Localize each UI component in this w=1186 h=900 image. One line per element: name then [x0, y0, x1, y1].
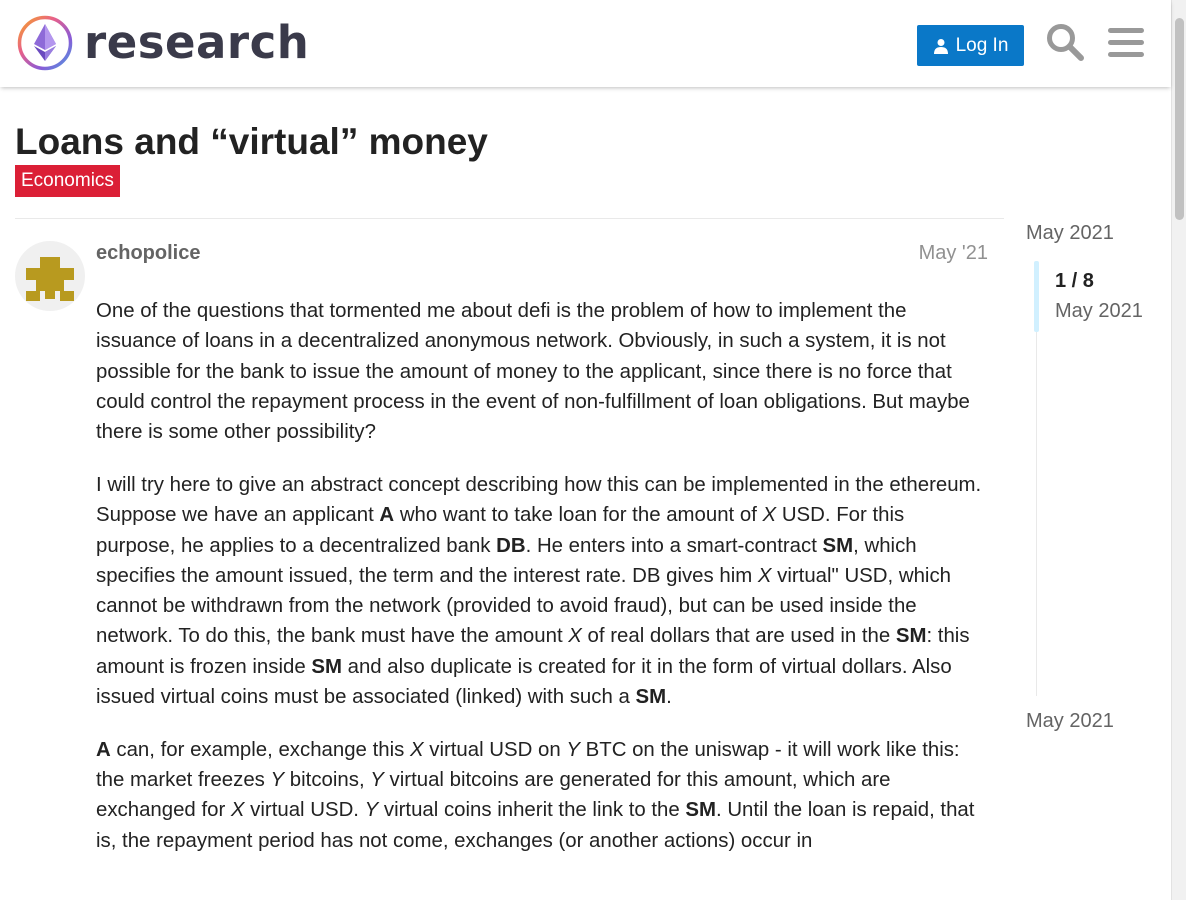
italic-variable: X [762, 504, 777, 527]
timeline-start-date[interactable]: May 2021 [1026, 220, 1114, 246]
login-button[interactable]: Log In [917, 25, 1024, 66]
timeline-current-date: May 2021 [1055, 300, 1143, 322]
title-divider [15, 218, 1004, 219]
timeline-end-date[interactable]: May 2021 [1026, 708, 1114, 734]
user-icon [933, 38, 948, 54]
bold-term: DB [496, 534, 526, 557]
hamburger-menu-icon[interactable] [1106, 22, 1146, 62]
bold-term: SM [895, 625, 927, 648]
user-avatar[interactable] [15, 241, 85, 311]
login-button-label: Log In [955, 34, 1009, 56]
italic-variable: X [568, 625, 582, 648]
ethereum-research-logo-icon [17, 15, 73, 71]
category-badge[interactable]: Economics [15, 165, 120, 197]
italic-variable: Y [364, 799, 379, 822]
bold-term: A [96, 738, 111, 761]
italic-variable: X [409, 738, 424, 761]
italic-variable: Y [566, 738, 580, 761]
logo-wordmark: research [84, 16, 310, 69]
page-scrollbar[interactable] [1171, 0, 1186, 900]
site-header: research Log In [0, 0, 1171, 87]
post-paragraph-1: One of the questions that tormented me a… [96, 300, 970, 444]
post-paragraph-4: A can, for example, exchange this X virt… [96, 738, 960, 761]
bold-term: SM [685, 799, 716, 822]
post-username[interactable]: echopolice [96, 240, 200, 266]
bold-term: A [379, 504, 395, 527]
topic-title[interactable]: Loans and “virtual” money [15, 120, 488, 164]
post-paragraph-5: the market freezes Y bitcoins, Y virtual… [96, 769, 975, 852]
search-icon[interactable] [1045, 22, 1085, 62]
italic-variable: Y [370, 769, 384, 792]
bold-term: SM [311, 655, 342, 678]
italic-variable: X [230, 799, 245, 822]
post-paragraph-2: I will try here to give an abstract conc… [96, 473, 982, 496]
bold-term: SM [822, 534, 854, 557]
italic-variable: Y [270, 769, 285, 792]
post-paragraph-3: Suppose we have an applicant A who want … [96, 504, 970, 709]
timeline-position: 1 / 8 [1055, 270, 1094, 292]
italic-variable: X [757, 564, 772, 587]
bold-term: SM [635, 686, 667, 709]
timeline-scroller-handle[interactable] [1034, 261, 1039, 332]
scrollbar-thumb[interactable] [1175, 18, 1184, 220]
site-logo[interactable]: research [17, 15, 309, 71]
post-body: One of the questions that tormented me a… [96, 296, 986, 879]
post-date[interactable]: May '21 [919, 240, 988, 266]
